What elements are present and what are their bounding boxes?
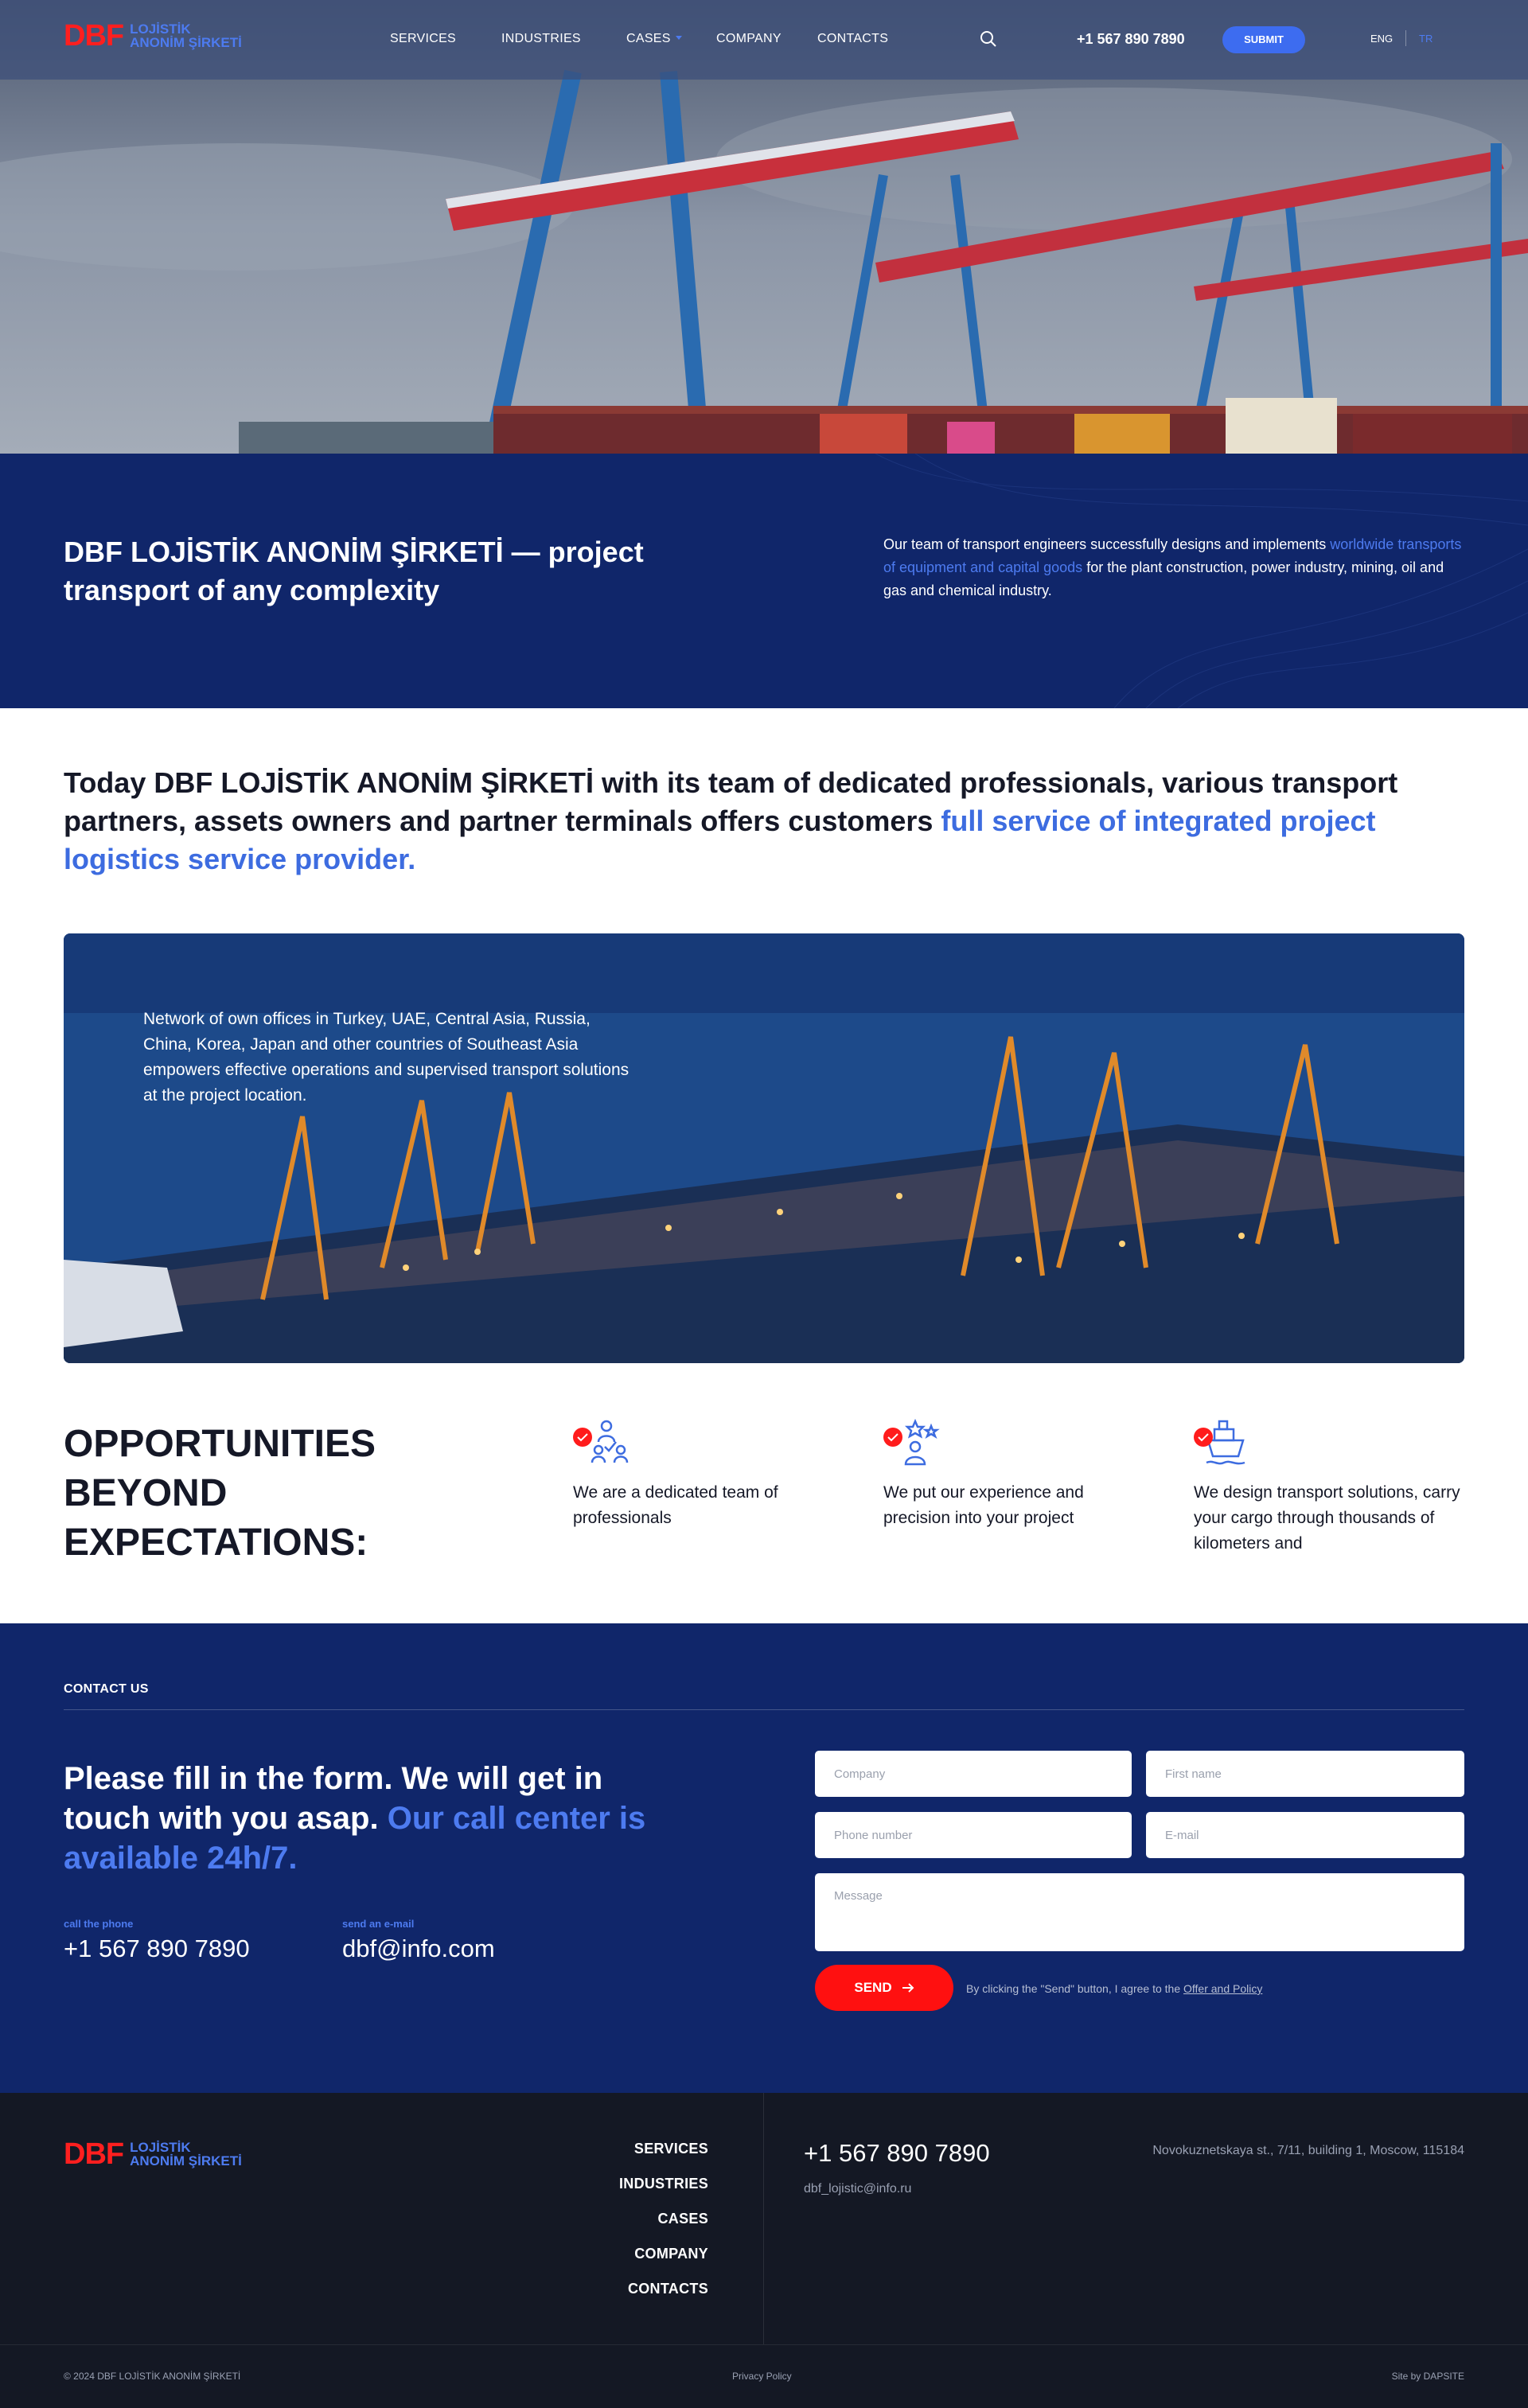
network-banner: Network of own offices in Turkey, UAE, C… xyxy=(64,933,1464,1363)
intro-section: DBF LOJİSTİK ANONİM ŞİRKETİ — project tr… xyxy=(0,454,1528,708)
nav-contacts[interactable]: CONTACTS xyxy=(817,32,888,46)
statement-text: Today DBF LOJİSTİK ANONİM ŞİRKETİ with i… xyxy=(64,764,1464,879)
lang-divider xyxy=(1405,30,1406,46)
submit-button[interactable]: SUBMIT xyxy=(1222,26,1305,53)
message-input[interactable] xyxy=(815,1873,1464,1951)
send-label: SEND xyxy=(854,1980,892,1995)
check-badge-icon xyxy=(883,1428,902,1447)
feature-team-text: We are a dedicated team of professionals xyxy=(573,1483,778,1527)
intro-text-start: Our team of transport engineers successf… xyxy=(883,536,1331,552)
nav-services[interactable]: SERVICES xyxy=(390,32,456,46)
header-phone[interactable]: +1 567 890 7890 xyxy=(1077,31,1185,48)
search-icon[interactable] xyxy=(980,30,997,48)
footer-email[interactable]: dbf_lojistic@info.ru xyxy=(804,2182,911,2196)
contact-email-block: send an e-mail dbf@info.com xyxy=(342,1918,495,1963)
contact-heading: Please fill in the form. We will get in … xyxy=(64,1759,684,1878)
lang-tr[interactable]: TR xyxy=(1419,33,1432,45)
send-button[interactable]: SEND xyxy=(815,1965,953,2011)
footer-divider-vertical xyxy=(763,2093,764,2344)
chevron-down-icon xyxy=(675,36,682,40)
footer-logo[interactable]: DBF LOJİSTİK ANONİM ŞİRKETİ xyxy=(64,2139,242,2169)
logo-line-2: ANONİM ŞİRKETİ xyxy=(130,35,242,50)
logo-text: LOJİSTİK ANONİM ŞİRKETİ xyxy=(130,22,242,49)
contact-phone[interactable]: +1 567 890 7890 xyxy=(64,1935,250,1963)
feature-ship: We design transport solutions, carry you… xyxy=(1194,1418,1464,1557)
email-input[interactable] xyxy=(1146,1812,1464,1858)
logo-line-1: LOJİSTİK xyxy=(130,21,191,37)
experience-stars-icon xyxy=(883,1418,941,1469)
intro-text: Our team of transport engineers successf… xyxy=(883,533,1464,602)
footer-link-cases[interactable]: CASES xyxy=(657,2211,708,2227)
phone-label: call the phone xyxy=(64,1918,134,1930)
contact-phone-block: call the phone +1 567 890 7890 xyxy=(64,1918,250,1963)
check-badge-icon xyxy=(1194,1428,1213,1447)
email-label: send an e-mail xyxy=(342,1918,415,1930)
intro-title: DBF LOJİSTİK ANONİM ŞİRKETİ — project tr… xyxy=(64,536,644,606)
copyright: © 2024 DBF LOJİSTİK ANONİM ŞİRKETİ xyxy=(64,2371,241,2382)
company-input[interactable] xyxy=(815,1751,1132,1797)
ship-icon xyxy=(1194,1418,1251,1469)
footer-link-contacts[interactable]: CONTACTS xyxy=(628,2281,708,2297)
nav-cases[interactable]: CASES xyxy=(626,32,682,46)
footer-link-industries[interactable]: INDUSTRIES xyxy=(619,2176,708,2192)
consent-text: By clicking the "Send" button, I agree t… xyxy=(966,1982,1183,1995)
opportunities-title: OPPORTUNITIES BEYOND EXPECTATIONS: xyxy=(64,1423,376,1564)
footer-logo-text: LOJİSTİK ANONİM ŞİRKETİ xyxy=(130,2141,242,2168)
nav-cases-label: CASES xyxy=(626,32,671,45)
lang-eng[interactable]: ENG xyxy=(1370,33,1393,45)
footer-logo-mark: DBF xyxy=(64,2137,124,2171)
hero-section: DBF LOJİSTİK ANONİM ŞİRKETİ SERVICES IND… xyxy=(0,0,1528,454)
footer-logo-line-1: LOJİSTİK xyxy=(130,2140,191,2155)
contact-email[interactable]: dbf@info.com xyxy=(342,1935,495,1963)
footer-address: Novokuznetskaya st., 7/11, building 1, M… xyxy=(1152,2144,1464,2157)
network-text: Network of own offices in Turkey, UAE, C… xyxy=(143,1010,630,1105)
footer-link-company[interactable]: COMPANY xyxy=(634,2246,708,2262)
footer-divider-horizontal xyxy=(0,2344,1528,2345)
top-navigation: DBF LOJİSTİK ANONİM ŞİRKETİ SERVICES IND… xyxy=(0,0,1528,80)
nav-industries[interactable]: INDUSTRIES xyxy=(501,32,581,46)
footer-link-services[interactable]: SERVICES xyxy=(634,2141,708,2157)
offer-policy-link[interactable]: Offer and Policy xyxy=(1183,1982,1262,1995)
site-credit[interactable]: Site by DAPSITE xyxy=(1392,2371,1464,2382)
feature-experience-text: We put our experience and precision into… xyxy=(883,1483,1084,1527)
contact-divider xyxy=(64,1709,1464,1710)
feature-ship-text: We design transport solutions, carry you… xyxy=(1194,1483,1460,1553)
logo[interactable]: DBF LOJİSTİK ANONİM ŞİRKETİ xyxy=(64,21,242,51)
privacy-policy-link[interactable]: Privacy Policy xyxy=(732,2371,792,2382)
feature-team: We are a dedicated team of professionals xyxy=(573,1418,844,1531)
footer-phone[interactable]: +1 567 890 7890 xyxy=(804,2139,990,2168)
footer-logo-line-2: ANONİM ŞİRKETİ xyxy=(130,2153,242,2168)
team-check-icon xyxy=(573,1418,630,1469)
nav-company[interactable]: COMPANY xyxy=(716,32,782,46)
logo-mark: DBF xyxy=(64,19,124,53)
night-port-image xyxy=(64,933,1464,1363)
phone-input[interactable] xyxy=(815,1812,1132,1858)
check-badge-icon xyxy=(573,1428,592,1447)
feature-experience: We put our experience and precision into… xyxy=(883,1418,1154,1531)
contact-label: CONTACT US xyxy=(64,1682,149,1696)
consent-note: By clicking the "Send" button, I agree t… xyxy=(966,1982,1262,1995)
first-name-input[interactable] xyxy=(1146,1751,1464,1797)
arrow-right-icon xyxy=(902,1983,914,1993)
contact-section: CONTACT US Please fill in the form. We w… xyxy=(0,1623,1528,2093)
